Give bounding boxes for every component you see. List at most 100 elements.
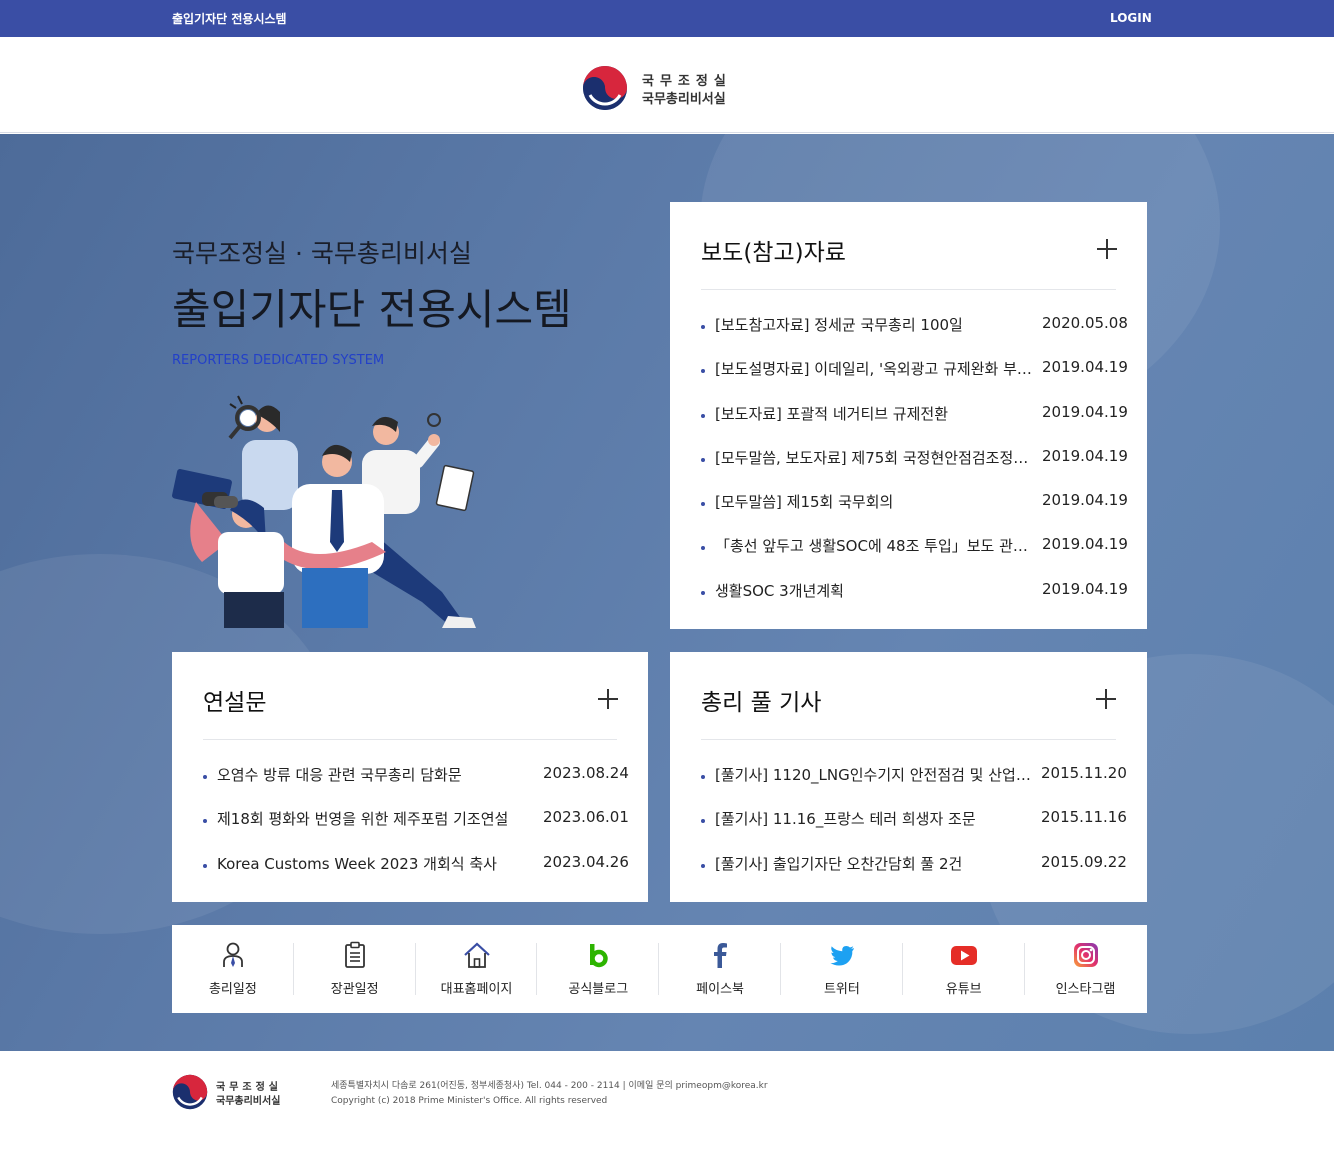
quicklink-twitter[interactable]: 트위터 <box>781 925 903 1013</box>
bullet-icon <box>203 819 207 824</box>
bullet-icon <box>701 590 705 595</box>
quicklink-facebook[interactable]: 페이스북 <box>659 925 781 1013</box>
reporters-illustration <box>172 395 476 628</box>
blog-icon <box>590 944 609 968</box>
speech-more-plus-icon[interactable] <box>598 689 618 709</box>
logo-line1: 국무조정실 <box>642 74 732 89</box>
speech-list: 오염수 방류 대응 관련 국무총리 담화문 2023.08.24 제18회 평화와… <box>203 762 629 895</box>
bullet-icon <box>701 325 705 329</box>
person-icon <box>223 942 243 967</box>
quicklink-label: 페이스북 <box>696 982 744 997</box>
quicklink-label: 유튜브 <box>945 982 982 997</box>
footer: 국무조정실 국무총리비서실 세종특별자치시 다솜로 261(어진동, 정부세종청… <box>0 1051 1334 1172</box>
item-title: [풀기사] 출입기자단 오찬간담회 풀 2건 <box>715 854 963 873</box>
item-title: [풀기사] 11.16_프랑스 테러 희생자 조문 <box>715 810 976 829</box>
item-date: 2015.09.22 <box>1041 852 1127 871</box>
footer-logo-line2: 국무총리비서실 <box>216 1096 281 1107</box>
list-item[interactable]: [보도참고자료] 정세균 국무총리 100일 2020.05.08 <box>701 312 1128 356</box>
intro-english-title: REPORTERS DEDICATED SYSTEM <box>172 353 385 368</box>
bullet-icon <box>701 819 705 824</box>
youtube-icon <box>950 946 977 965</box>
clipboard-icon <box>344 941 365 968</box>
quicklink-label: 총리일정 <box>208 982 257 997</box>
divider <box>701 289 1116 290</box>
intro-subtitle: 국무조정실 · 국무총리비서실 <box>172 239 472 268</box>
item-date: 2019.04.19 <box>1042 491 1128 510</box>
list-item[interactable]: [풀기사] 1120_LNG인수기지 안전점검 및 산업… 2015.11.20 <box>701 762 1127 806</box>
logo-line2: 국무총리비서실 <box>642 92 726 107</box>
quick-links-bar: 총리일정 장관일정 대표홈페이지 공식블로그 페이스북 트위터 유튜브 인스타그… <box>172 925 1147 1013</box>
quicklink-homepage[interactable]: 대표홈페이지 <box>416 925 538 1013</box>
quicklink-blog[interactable]: 공식블로그 <box>537 925 660 1013</box>
list-item[interactable]: [모두말씀, 보도자료] 제75회 국정현안점검조정… 2019.04.19 <box>701 445 1128 489</box>
item-title: 오염수 방류 대응 관련 국무총리 담화문 <box>217 766 462 784</box>
bullet-icon <box>701 863 705 868</box>
item-date: 2023.06.01 <box>543 808 629 827</box>
item-date: 2020.05.08 <box>1042 314 1128 332</box>
header: 국무조정실 국무총리비서실 <box>0 37 1334 133</box>
footer-address: 세종특별자치시 다솜로 261(어진동, 정부세종청사) Tel. 044 - … <box>331 1081 768 1091</box>
bullet-icon <box>701 457 705 462</box>
list-item[interactable]: 오염수 방류 대응 관련 국무총리 담화문 2023.08.24 <box>203 762 629 806</box>
quicklink-pm-schedule[interactable]: 총리일정 <box>172 925 294 1013</box>
item-date: 2019.04.19 <box>1042 446 1128 465</box>
quicklink-label: 공식블로그 <box>568 982 629 997</box>
item-title: [모두말씀, 보도자료] 제75회 국정현안점검조정… <box>715 448 1029 467</box>
bullet-icon <box>701 546 705 551</box>
quicklink-label: 트위터 <box>823 982 860 997</box>
item-title: Korea Customs Week 2023 개회식 축사 <box>217 854 497 873</box>
item-title: [풀기사] 1120_LNG인수기지 안전점검 및 산업… <box>715 766 1031 784</box>
quicklink-minister-schedule[interactable]: 장관일정 <box>294 925 416 1013</box>
item-title: [보도설명자료] 이데일리, '옥외광고 규제완화 부… <box>715 360 1032 379</box>
instagram-icon <box>1073 943 1098 967</box>
list-item[interactable]: Korea Customs Week 2023 개회식 축사 2023.04.26 <box>203 851 629 895</box>
item-date: 2015.11.16 <box>1041 808 1127 827</box>
item-date: 2019.04.19 <box>1042 358 1128 377</box>
divider <box>701 739 1116 740</box>
pool-card-title: 총리 풀 기사 <box>701 690 822 716</box>
pool-more-plus-icon[interactable] <box>1096 689 1116 709</box>
list-item[interactable]: 「총선 앞두고 생활SOC에 48조 투입」보도 관… 2019.04.19 <box>701 533 1128 577</box>
login-link[interactable]: LOGIN <box>1110 11 1152 25</box>
list-item[interactable]: [보도설명자료] 이데일리, '옥외광고 규제완화 부… 2019.04.19 <box>701 356 1128 400</box>
bullet-icon <box>203 775 207 779</box>
quicklink-instagram[interactable]: 인스타그램 <box>1025 925 1147 1013</box>
list-item[interactable]: [풀기사] 11.16_프랑스 테러 희생자 조문 2015.11.16 <box>701 806 1127 850</box>
list-item[interactable]: [풀기사] 출입기자단 오찬간담회 풀 2건 2015.09.22 <box>701 851 1127 895</box>
bullet-icon <box>701 502 705 507</box>
divider <box>203 739 617 740</box>
item-title: 「총선 앞두고 생활SOC에 48조 투입」보도 관… <box>715 537 1028 556</box>
footer-info: 세종특별자치시 다솜로 261(어진동, 정부세종청사) Tel. 044 - … <box>331 1079 768 1109</box>
item-title: [모두말씀] 제15회 국무회의 <box>715 493 894 512</box>
list-item[interactable]: 생활SOC 3개년계획 2019.04.19 <box>701 578 1128 622</box>
list-item[interactable]: [보도자료] 포괄적 네거티브 규제전환 2019.04.19 <box>701 401 1128 445</box>
item-date: 2019.04.19 <box>1042 402 1128 421</box>
footer-logo: 국무조정실 국무총리비서실 <box>172 1074 302 1110</box>
quicklink-label: 대표홈페이지 <box>440 982 513 997</box>
quicklink-label: 인스타그램 <box>1055 982 1116 997</box>
footer-copyright: Copyright (c) 2018 Prime Minister's Offi… <box>331 1096 608 1106</box>
top-bar: 출입기자단 전용시스템 LOGIN <box>0 0 1334 37</box>
pool-list: [풀기사] 1120_LNG인수기지 안전점검 및 산업… 2015.11.20 … <box>701 762 1127 895</box>
footer-logo-line1: 국무조정실 <box>216 1082 282 1093</box>
press-more-plus-icon[interactable] <box>1097 239 1117 259</box>
bullet-icon <box>701 413 705 418</box>
item-date: 2015.11.20 <box>1041 764 1127 782</box>
site-logo[interactable]: 국무조정실 국무총리비서실 <box>582 65 752 111</box>
speech-card: 연설문 오염수 방류 대응 관련 국무총리 담화문 2023.08.24 제18회… <box>172 652 648 902</box>
top-bar-brand: 출입기자단 전용시스템 <box>172 12 287 26</box>
list-item[interactable]: [모두말씀] 제15회 국무회의 2019.04.19 <box>701 489 1128 533</box>
taegeuk-emblem-icon <box>583 66 627 110</box>
intro-title: 출입기자단 전용시스템 <box>172 285 572 334</box>
quicklink-youtube[interactable]: 유튜브 <box>903 925 1025 1013</box>
list-item[interactable]: 제18회 평화와 번영을 위한 제주포럼 기조연설 2023.06.01 <box>203 806 629 850</box>
press-card: 보도(참고)자료 [보도참고자료] 정세균 국무총리 100일 2020.05.0… <box>670 202 1147 629</box>
item-title: 생활SOC 3개년계획 <box>715 581 844 600</box>
item-title: [보도자료] 포괄적 네거티브 규제전환 <box>715 404 949 423</box>
item-date: 2019.04.19 <box>1042 535 1128 554</box>
bullet-icon <box>203 863 207 868</box>
bullet-icon <box>701 775 705 779</box>
quicklink-label: 장관일정 <box>330 982 379 997</box>
item-title: 제18회 평화와 번영을 위한 제주포럼 기조연설 <box>217 810 509 829</box>
facebook-icon <box>714 943 728 968</box>
